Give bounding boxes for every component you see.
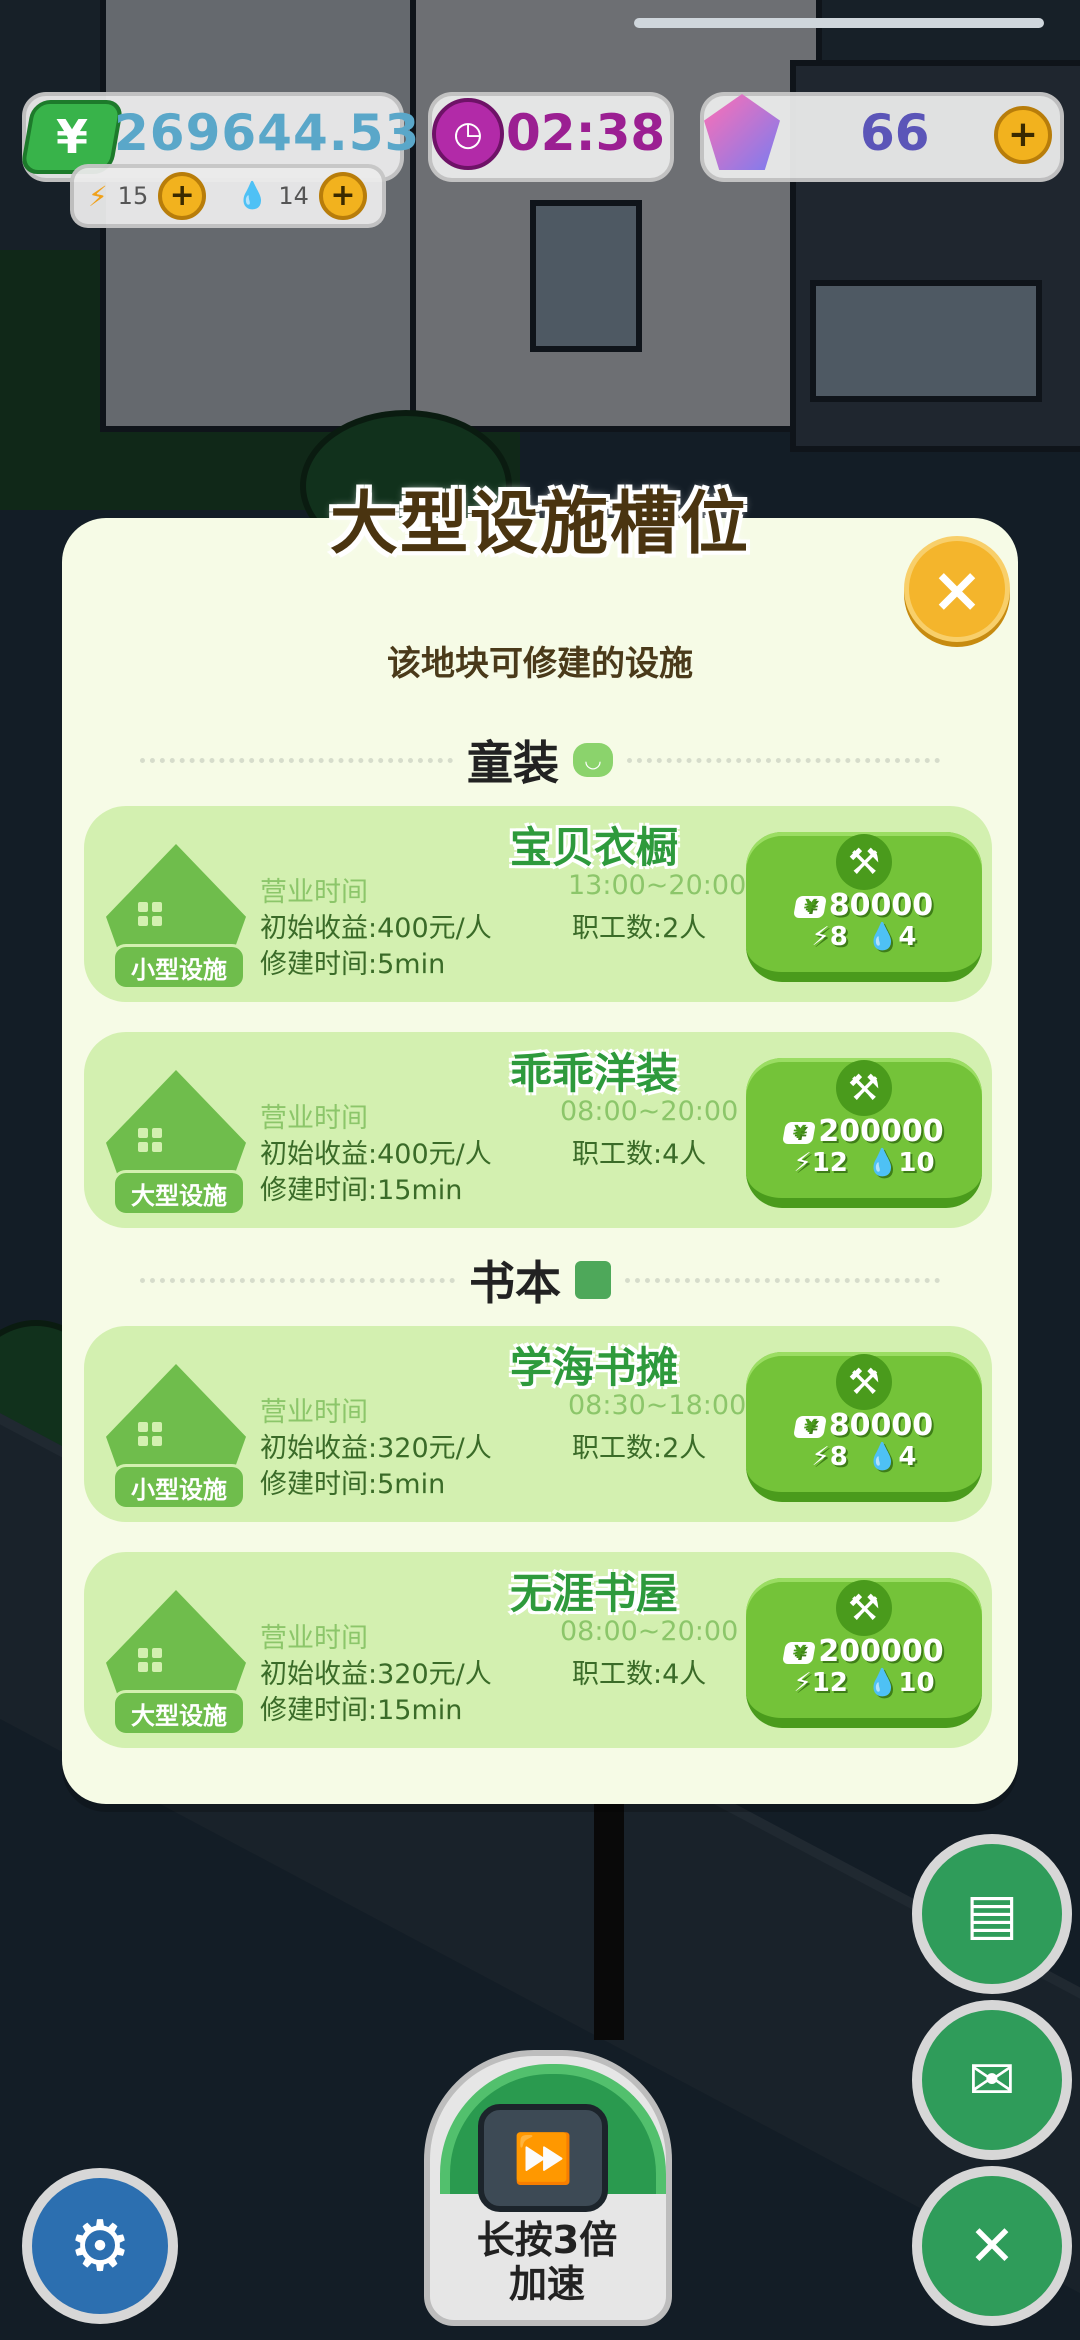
add-gems-button[interactable]: + <box>994 106 1052 164</box>
build-tools-button[interactable]: ✕ <box>912 2166 1072 2326</box>
build-button[interactable]: ⚒ ¥200000 ⚡12 💧10 <box>746 1058 982 1208</box>
house-icon: 小型设施 <box>106 844 246 990</box>
initial-income: 初始收益:320元/人 <box>260 1433 492 1464</box>
facility-name: 宝贝衣橱 <box>509 823 678 872</box>
build-time: 修建时间:5min <box>260 949 446 980</box>
water-resource: 💧 14 + <box>236 172 367 220</box>
resource-cost: ⚡8 💧4 <box>811 1442 917 1472</box>
clipboard-icon: ▤ <box>965 1881 1019 1947</box>
money-value: 269644.53 <box>114 104 421 162</box>
initial-income: 初始收益:320元/人 <box>260 1659 492 1690</box>
settings-button[interactable]: ⚙ <box>22 2168 178 2324</box>
hammer-icon: ⚒ <box>836 1060 892 1116</box>
hours-label: 营业时间 <box>260 1103 368 1134</box>
hours-label: 营业时间 <box>260 1623 368 1654</box>
staff-count: 职工数:2人 <box>572 913 707 944</box>
mail-button[interactable]: ✉ <box>912 2000 1072 2160</box>
resource-cost: ⚡12 💧10 <box>793 1668 935 1698</box>
status-bar-indicator <box>634 18 1044 28</box>
energy-resource: ⚡ 15 + <box>88 172 207 220</box>
facility-name: 无涯书屋 <box>509 1569 678 1618</box>
bolt-icon: ⚡ <box>88 179 108 213</box>
build-time: 修建时间:5min <box>260 1469 446 1500</box>
add-water-button[interactable]: + <box>318 172 367 220</box>
money-cost: ¥200000 <box>746 1634 982 1669</box>
yen-icon: ¥ <box>782 1121 817 1144</box>
task-list-button[interactable]: ▤ <box>912 1834 1072 1994</box>
facility-card[interactable]: 乖乖洋装 大型设施 营业时间 08:00~20:00 初始收益:400元/人 职… <box>84 1032 992 1228</box>
business-hours: 08:30~18:00 <box>568 1390 747 1421</box>
yen-icon: ¥ <box>792 895 827 918</box>
clock-icon: ◷ <box>432 98 504 170</box>
game-clock: 02:38 <box>506 104 666 162</box>
staff-count: 职工数:2人 <box>572 1433 707 1464</box>
facility-card[interactable]: 宝贝衣橱 小型设施 营业时间 13:00~20:00 初始收益:400元/人 职… <box>84 806 992 1002</box>
facility-size-tag: 小型设施 <box>112 1464 246 1510</box>
water-value: 14 <box>278 182 309 210</box>
build-time: 修建时间:15min <box>260 1175 463 1206</box>
resource-cost: ⚡8 💧4 <box>811 922 917 952</box>
drop-icon: 💧 <box>236 181 269 211</box>
speed-up-label: 长按3倍 加速 <box>476 2218 618 2306</box>
build-button[interactable]: ⚒ ¥80000 ⚡8 💧4 <box>746 832 982 982</box>
money-cost: ¥200000 <box>746 1114 982 1149</box>
facility-card[interactable]: 学海书摊 小型设施 营业时间 08:30~18:00 初始收益:320元/人 职… <box>84 1326 992 1522</box>
facility-name: 学海书摊 <box>509 1343 678 1392</box>
money-cost: ¥80000 <box>746 888 982 923</box>
facility-size-tag: 大型设施 <box>112 1170 246 1216</box>
facility-size-tag: 大型设施 <box>112 1690 246 1736</box>
build-button[interactable]: ⚒ ¥80000 ⚡8 💧4 <box>746 1352 982 1502</box>
yen-icon: ¥ <box>782 1641 817 1664</box>
envelope-icon: ✉ <box>968 2047 1016 2113</box>
resource-cost: ⚡12 💧10 <box>793 1148 935 1178</box>
add-energy-button[interactable]: + <box>158 172 207 220</box>
hammer-icon: ⚒ <box>836 834 892 890</box>
smiley-icon: ◡ <box>573 743 613 777</box>
business-hours: 08:00~20:00 <box>560 1616 739 1647</box>
hammer-icon: ⚒ <box>836 1354 892 1410</box>
hours-label: 营业时间 <box>260 1397 368 1428</box>
yen-icon: ¥ <box>19 100 125 174</box>
house-icon: 大型设施 <box>106 1070 246 1216</box>
section-header-kidswear: 童装 ◡ <box>140 730 940 790</box>
dialog-subtitle: 该地块可修建的设施 <box>387 644 693 684</box>
section-header-books: 书本 <box>140 1250 940 1310</box>
hammer-icon: ⚒ <box>836 1580 892 1636</box>
house-icon: 小型设施 <box>106 1364 246 1510</box>
staff-count: 职工数:4人 <box>572 1659 707 1690</box>
staff-count: 职工数:4人 <box>572 1139 707 1170</box>
hours-label: 营业时间 <box>260 877 368 908</box>
gear-icon: ⚙ <box>68 2205 132 2287</box>
fast-forward-tv-icon: ⏩ <box>478 2104 608 2212</box>
money-cost: ¥80000 <box>746 1408 982 1443</box>
facility-name: 乖乖洋装 <box>509 1049 678 1098</box>
business-hours: 13:00~20:00 <box>568 870 747 901</box>
business-hours: 08:00~20:00 <box>560 1096 739 1127</box>
build-time: 修建时间:15min <box>260 1695 463 1726</box>
gem-count: 66 <box>860 104 930 162</box>
close-button[interactable]: × <box>904 536 1010 642</box>
tools-icon: ✕ <box>968 2213 1016 2279</box>
book-icon <box>575 1261 611 1299</box>
build-button[interactable]: ⚒ ¥200000 ⚡12 💧10 <box>746 1578 982 1728</box>
initial-income: 初始收益:400元/人 <box>260 1139 492 1170</box>
facility-card[interactable]: 无涯书屋 大型设施 营业时间 08:00~20:00 初始收益:320元/人 职… <box>84 1552 992 1748</box>
section-label: 书本 <box>469 1256 561 1310</box>
house-icon: 大型设施 <box>106 1590 246 1736</box>
energy-value: 15 <box>117 182 149 210</box>
initial-income: 初始收益:400元/人 <box>260 913 492 944</box>
facility-size-tag: 小型设施 <box>112 944 246 990</box>
yen-icon: ¥ <box>792 1415 827 1438</box>
dialog-title: 大型设施槽位 <box>329 485 750 564</box>
section-label: 童装 <box>467 736 559 790</box>
